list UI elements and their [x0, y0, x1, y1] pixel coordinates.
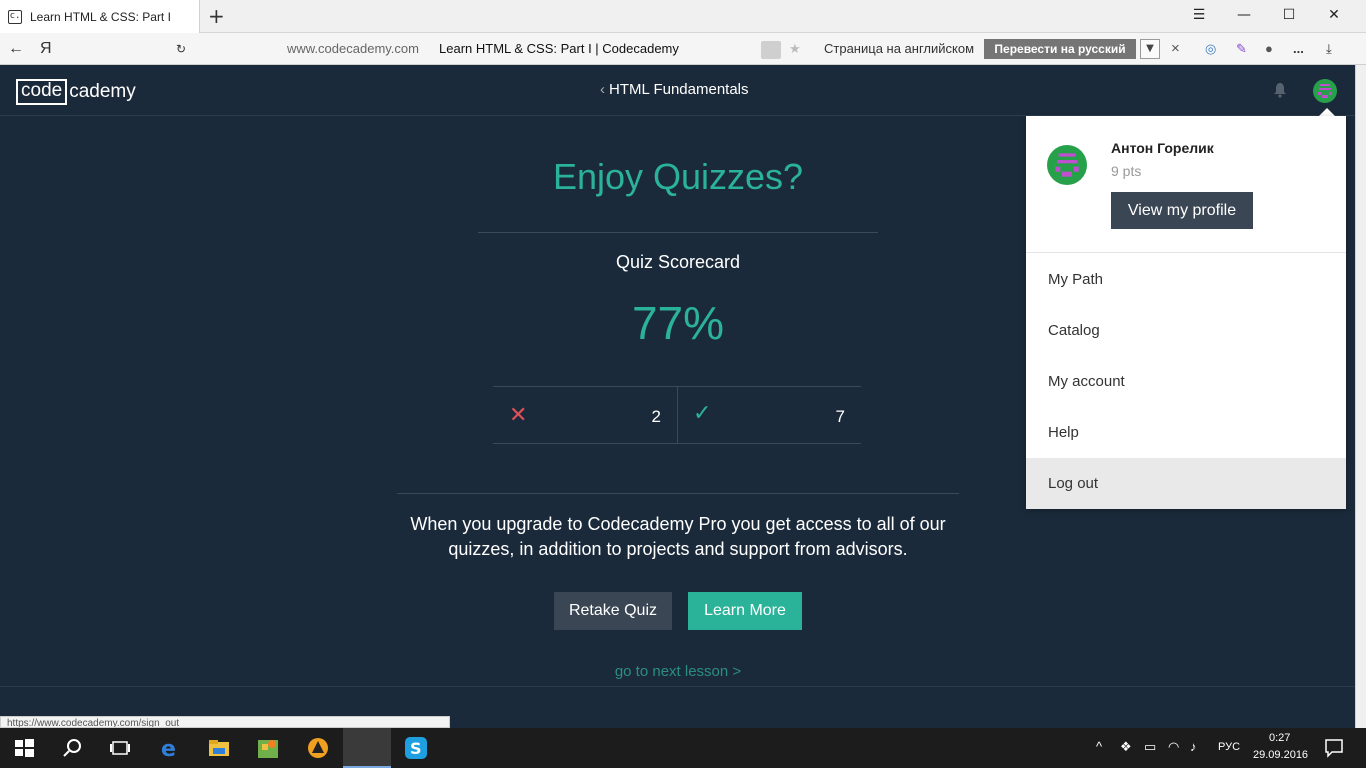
- divider: [478, 232, 878, 233]
- windows-taskbar: e Y S ^ ❖ ▭ ◠ ♪ РУС 0:27 29.09.2016: [0, 728, 1366, 768]
- browser-tab[interactable]: c. Learn HTML & CSS: Part I: [0, 0, 200, 33]
- learn-more-button[interactable]: Learn More: [688, 592, 802, 630]
- user-avatar-large: [1047, 145, 1087, 185]
- translate-prompt: Страница на английском: [824, 41, 975, 56]
- svg-text:S: S: [410, 739, 422, 758]
- url-host[interactable]: www.codecademy.com: [287, 41, 419, 57]
- back-arrow-icon[interactable]: ←: [8, 41, 24, 57]
- user-avatar[interactable]: [1313, 79, 1337, 103]
- score-separator: [677, 387, 678, 444]
- correct-check-icon: ✓: [693, 401, 712, 426]
- dropdown-divider: [1026, 252, 1346, 253]
- status-bar-url: https://www.codecademy.com/sign_out: [0, 716, 450, 728]
- menu-item-catalog[interactable]: Catalog: [1026, 305, 1346, 356]
- battery-icon[interactable]: ▭: [1144, 739, 1156, 755]
- divider: [0, 686, 1355, 687]
- menu-item-log-out[interactable]: Log out: [1026, 458, 1346, 509]
- maps-app-icon[interactable]: [256, 736, 280, 760]
- wrong-answers-count: 2: [651, 407, 661, 426]
- file-explorer-icon[interactable]: [207, 736, 231, 760]
- minimize-icon[interactable]: —: [1234, 7, 1254, 23]
- skype-icon[interactable]: S: [404, 736, 428, 760]
- tray-expand-icon[interactable]: ^: [1096, 739, 1102, 754]
- site-header: code cademy ‹ HTML Fundamentals: [0, 65, 1355, 116]
- url-page-title[interactable]: Learn HTML & CSS: Part I | Codecademy: [439, 41, 679, 57]
- logo-cademy-part: cademy: [69, 81, 136, 102]
- scorecard-label: Quiz Scorecard: [615, 252, 741, 272]
- menu-item-my-account[interactable]: My account: [1026, 356, 1346, 407]
- menu-item-help[interactable]: Help: [1026, 407, 1346, 458]
- svg-text:e: e: [161, 737, 176, 760]
- close-window-icon[interactable]: ✕: [1324, 7, 1344, 23]
- yandex-icon[interactable]: Я: [40, 41, 52, 57]
- lightbulb-icon[interactable]: ●: [1265, 41, 1273, 57]
- download-icon[interactable]: ⤓: [1326, 41, 1332, 57]
- edge-browser-icon[interactable]: e: [158, 736, 182, 760]
- wifi-icon[interactable]: ◠: [1168, 739, 1179, 755]
- reload-icon[interactable]: ↻: [176, 41, 186, 57]
- notifications-icon[interactable]: [1322, 736, 1346, 760]
- codecademy-logo[interactable]: code cademy: [16, 79, 136, 105]
- score-breakdown: ✕ 2 ✓ 7: [493, 386, 861, 444]
- aimp-player-icon[interactable]: [306, 736, 330, 760]
- user-name: Антон Горелик: [1111, 140, 1214, 156]
- dropdown-caret: [1319, 108, 1335, 116]
- translate-button[interactable]: Перевести на русский: [984, 39, 1136, 59]
- correct-answers-count: 7: [835, 407, 845, 426]
- more-icon[interactable]: ...: [1293, 41, 1304, 57]
- browser-tab-bar: c. Learn HTML & CSS: Part I + ☰ — ☐ ✕: [0, 0, 1366, 33]
- address-bar: ← Я ↻ www.codecademy.com Learn HTML & CS…: [0, 33, 1366, 65]
- dropbox-icon[interactable]: ❖: [1120, 739, 1132, 755]
- divider: [397, 493, 959, 494]
- extension-icon[interactable]: ◎: [1205, 41, 1216, 57]
- translate-options-icon[interactable]: ▼: [1140, 39, 1160, 59]
- course-title-link[interactable]: ‹ HTML Fundamentals: [600, 81, 749, 98]
- new-tab-icon[interactable]: +: [208, 6, 225, 26]
- volume-icon[interactable]: ♪: [1190, 739, 1197, 754]
- retake-quiz-button[interactable]: Retake Quiz: [554, 592, 672, 630]
- logo-code-part: code: [16, 79, 68, 105]
- clock-date[interactable]: 29.09.2016: [1253, 749, 1308, 761]
- notification-bell-icon[interactable]: [1272, 82, 1288, 98]
- lock-icon[interactable]: [761, 41, 781, 59]
- input-language[interactable]: РУС: [1218, 741, 1240, 753]
- search-icon[interactable]: [60, 736, 84, 760]
- task-view-icon[interactable]: [108, 736, 132, 760]
- quiz-heading: Enjoy Quizzes?: [552, 156, 804, 197]
- view-profile-button[interactable]: View my profile: [1111, 192, 1253, 229]
- next-lesson-link[interactable]: go to next lesson >: [478, 663, 878, 680]
- user-menu-dropdown: Антон Горелик 9 pts View my profile My P…: [1026, 116, 1346, 509]
- chevron-left-icon: ‹: [600, 81, 605, 98]
- feather-extension-icon[interactable]: ✎: [1236, 41, 1247, 57]
- menu-item-my-path[interactable]: My Path: [1026, 254, 1346, 305]
- tab-title: Learn HTML & CSS: Part I: [30, 9, 171, 24]
- window-edge: [1355, 65, 1366, 728]
- clock-time[interactable]: 0:27: [1269, 732, 1290, 744]
- course-title: HTML Fundamentals: [609, 81, 749, 98]
- wrong-x-icon: ✕: [509, 403, 528, 428]
- menu-icon[interactable]: ☰: [1189, 7, 1209, 23]
- windows-start-icon[interactable]: [12, 736, 36, 760]
- pro-upsell-text: When you upgrade to Codecademy Pro you g…: [410, 514, 946, 559]
- codecademy-favicon-icon: c.: [8, 9, 22, 24]
- score-percentage: 77%: [631, 297, 725, 349]
- maximize-icon[interactable]: ☐: [1279, 7, 1299, 23]
- bookmark-star-icon[interactable]: ★: [789, 41, 801, 57]
- active-taskbar-indicator: [343, 728, 391, 768]
- user-points: 9 pts: [1111, 163, 1142, 179]
- translate-close-icon[interactable]: ×: [1171, 41, 1180, 57]
